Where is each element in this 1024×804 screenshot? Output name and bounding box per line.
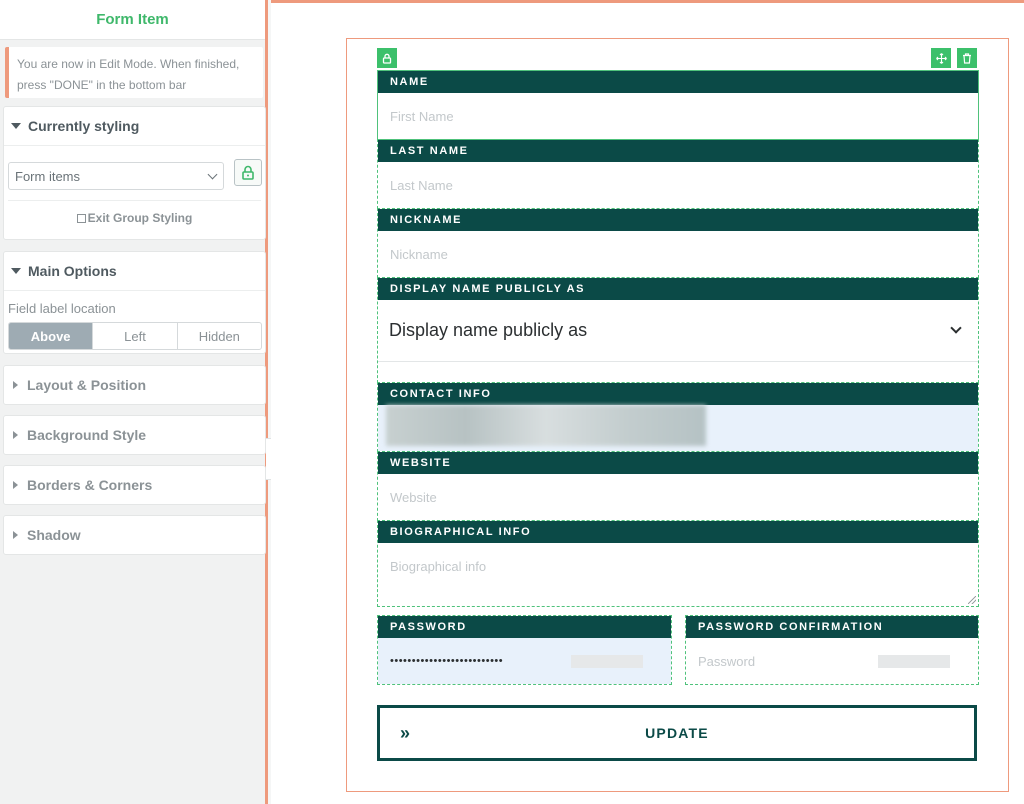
field-label-location-label: Field label location [8, 301, 116, 316]
main-options-heading: Main Options [28, 263, 117, 279]
field-website: WEBSITE Website [377, 451, 979, 521]
field-display-name: DISPLAY NAME PUBLICLY AS Display name pu… [377, 277, 979, 383]
lock-icon [382, 53, 392, 64]
blurred-content [386, 405, 706, 446]
nickname-input[interactable]: Nickname [378, 231, 978, 277]
caret-right-icon [13, 531, 18, 539]
field-label: PASSWORD [378, 616, 671, 638]
chevron-down-icon [950, 322, 962, 334]
password-confirmation-chip [878, 655, 950, 668]
update-button-label: UPDATE [645, 725, 709, 741]
editor-canvas: NAME First Name LAST NAME Last Name NICK… [271, 0, 1024, 804]
shadow-heading: Shadow [27, 527, 81, 543]
edit-mode-notice: You are now in Edit Mode. When finished,… [5, 47, 263, 98]
field-label: PASSWORD CONFIRMATION [686, 616, 978, 638]
field-label: NAME [378, 71, 978, 93]
caret-right-icon [13, 381, 18, 389]
display-name-select[interactable]: Display name publicly as [378, 300, 978, 362]
borders-corners-heading: Borders & Corners [27, 477, 153, 493]
currently-styling-heading: Currently styling [28, 118, 140, 134]
password-input[interactable]: •••••••••••••••••••••••••• [378, 638, 671, 684]
field-name: NAME First Name [377, 70, 979, 140]
field-label: NICKNAME [378, 209, 978, 231]
field-biographical-info: BIOGRAPHICAL INFO Biographical info [377, 520, 979, 607]
background-style-panel[interactable]: Background Style [3, 415, 266, 455]
background-style-heading: Background Style [27, 427, 147, 443]
display-name-value: Display name publicly as [389, 320, 588, 340]
field-label: DISPLAY NAME PUBLICLY AS [378, 278, 978, 300]
field-last-name: LAST NAME Last Name [377, 139, 979, 209]
chevron-down-icon [207, 169, 218, 180]
field-label: CONTACT INFO [378, 383, 978, 405]
biographical-info-textarea[interactable]: Biographical info [378, 543, 978, 606]
field-label: LAST NAME [378, 140, 978, 162]
caret-right-icon [13, 481, 18, 489]
currently-styling-header[interactable]: Currently styling [4, 107, 265, 145]
exit-group-label: Exit Group Styling [87, 211, 193, 225]
currently-styling-panel: Currently styling Form items Exit Group … [3, 106, 266, 240]
password-value: •••••••••••••••••••••••••• [390, 655, 504, 667]
main-options-panel: Main Options Field label location Above … [3, 251, 266, 354]
main-options-header[interactable]: Main Options [4, 252, 265, 290]
lock-button[interactable] [234, 159, 262, 186]
exit-group-icon [76, 214, 86, 223]
layout-position-heading: Layout & Position [27, 377, 146, 393]
styling-target-value: Form items [15, 168, 80, 184]
panel-title: Form Item [0, 0, 265, 40]
move-element-button[interactable] [931, 48, 951, 68]
contact-info-content [378, 405, 978, 451]
caret-down-icon [11, 123, 21, 129]
caret-down-icon [11, 268, 21, 274]
option-left[interactable]: Left [92, 323, 176, 349]
caret-right-icon [13, 431, 18, 439]
move-icon [935, 52, 947, 64]
field-label: BIOGRAPHICAL INFO [378, 521, 978, 543]
password-confirmation-input[interactable]: Password [686, 638, 978, 684]
lock-icon [242, 165, 254, 180]
double-chevron-right-icon: » [400, 723, 412, 743]
layout-position-panel[interactable]: Layout & Position [3, 365, 266, 405]
field-password: PASSWORD •••••••••••••••••••••••••• [377, 615, 672, 685]
resize-handle-icon[interactable] [968, 596, 976, 604]
shadow-panel[interactable]: Shadow [3, 515, 266, 555]
field-password-confirmation: PASSWORD CONFIRMATION Password [685, 615, 979, 685]
password-confirmation-placeholder: Password [698, 653, 756, 669]
password-strength-chip [571, 655, 643, 668]
first-name-input[interactable]: First Name [378, 93, 978, 139]
update-button[interactable]: » UPDATE [377, 705, 977, 761]
trash-icon [963, 52, 971, 64]
styling-target-select[interactable]: Form items [8, 162, 224, 190]
delete-element-button[interactable] [957, 48, 977, 68]
label-location-segmented-control: Above Left Hidden [8, 322, 262, 350]
website-input[interactable]: Website [378, 474, 978, 520]
exit-group-styling-link[interactable]: Exit Group Styling [4, 211, 265, 225]
form-container: NAME First Name LAST NAME Last Name NICK… [346, 38, 1009, 792]
field-nickname: NICKNAME Nickname [377, 208, 979, 278]
borders-corners-panel[interactable]: Borders & Corners [3, 465, 266, 505]
field-label: WEBSITE [378, 452, 978, 474]
biographical-info-placeholder: Biographical info [390, 559, 487, 574]
last-name-input[interactable]: Last Name [378, 162, 978, 208]
lock-element-button[interactable] [377, 48, 397, 68]
option-hidden[interactable]: Hidden [176, 323, 261, 349]
option-above[interactable]: Above [9, 323, 93, 349]
field-contact-info: CONTACT INFO [377, 382, 979, 452]
sidebar: Form Item You are now in Edit Mode. When… [0, 0, 268, 804]
